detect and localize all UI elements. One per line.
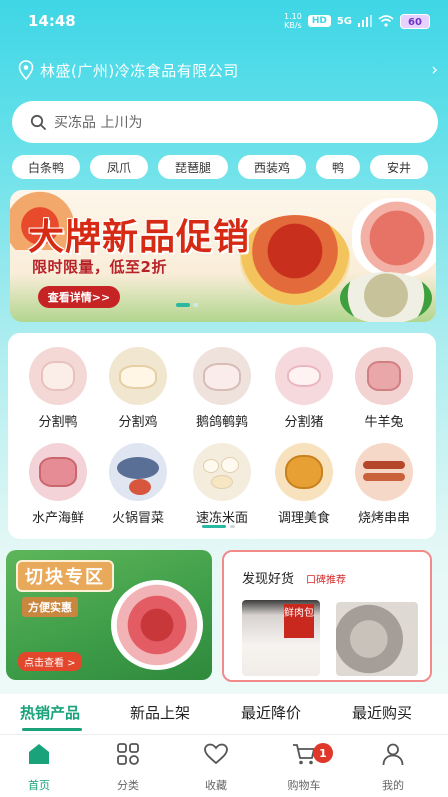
nav-label: 购物车 — [287, 779, 321, 792]
tab-price-drops[interactable]: 最近降价 — [241, 702, 301, 723]
poultry-icon — [193, 347, 251, 405]
category-item[interactable]: 分割猪 — [264, 347, 344, 430]
chip-item[interactable]: 白条鸭 — [12, 155, 80, 179]
nav-label: 我的 — [382, 779, 404, 792]
bbq-icon — [355, 443, 413, 501]
meat-plate-image — [352, 198, 436, 278]
category-item[interactable]: 水产海鲜 — [18, 443, 98, 526]
nav-favorites[interactable]: 收藏 — [181, 741, 251, 793]
category-item[interactable]: 烧烤串串 — [344, 443, 424, 526]
network-speed: 1.10 KB/s — [284, 12, 302, 30]
chip-item[interactable]: 安井 — [370, 155, 428, 179]
category-item[interactable]: 鹅鸽鹌鹑 — [182, 347, 262, 430]
nav-home[interactable]: 首页 — [4, 741, 74, 793]
nav-label: 分类 — [117, 779, 139, 792]
status-icons: 1.10 KB/s HD 5G 60 — [284, 12, 430, 30]
nav-category[interactable]: 分类 — [93, 741, 163, 793]
pig-icon — [275, 347, 333, 405]
product-label: 鲜肉包 — [284, 604, 314, 638]
tab-new-arrivals[interactable]: 新品上架 — [130, 702, 190, 723]
tab-hot-products[interactable]: 热销产品 — [20, 702, 80, 723]
product-image[interactable] — [336, 602, 418, 676]
category-grid: 分割鸭 分割鸡 鹅鸽鹌鹑 分割猪 牛羊兔 水产海鲜 火锅冒菜 速冻米面 调理美食… — [8, 333, 436, 539]
cart-count-badge: 1 — [313, 743, 333, 763]
nav-label: 收藏 — [205, 779, 227, 792]
dumpling-icon — [193, 443, 251, 501]
category-item[interactable]: 分割鸭 — [18, 347, 98, 430]
category-label: 分割鸡 — [118, 415, 158, 430]
nav-label: 首页 — [28, 779, 50, 792]
category-icon — [117, 743, 139, 765]
promo-tag: 口碑推荐 — [306, 575, 346, 586]
category-label: 水产海鲜 — [31, 511, 84, 526]
promo-banner[interactable]: 大牌新品促销 限时限量，低至2折 查看详情>> — [10, 190, 436, 322]
chip-item[interactable]: 鸭 — [316, 155, 360, 179]
promo-view-button[interactable]: 点击查看 > — [18, 652, 82, 671]
promo-title: 发现好货 — [242, 572, 295, 587]
tab-active-underline — [22, 728, 82, 731]
category-item[interactable]: 分割鸡 — [98, 347, 178, 430]
banner-title: 大牌新品促销 — [28, 217, 251, 258]
duck-meat-icon — [29, 347, 87, 405]
tab-recent-purchases[interactable]: 最近购买 — [352, 702, 412, 723]
product-image[interactable]: 鲜肉包 — [242, 600, 320, 676]
search-bar[interactable]: 买冻品 上川为 — [12, 101, 438, 143]
promo-subtitle: 方便实惠 — [22, 597, 78, 617]
category-item[interactable]: 牛羊兔 — [344, 347, 424, 430]
location-name: 林盛(广州)冷冻食品有限公司 — [40, 61, 239, 80]
heart-icon — [204, 743, 228, 765]
search-placeholder: 买冻品 上川为 — [54, 115, 143, 131]
seafood-icon — [29, 443, 87, 501]
status-bar: 14:48 1.10 KB/s HD 5G 60 — [0, 0, 448, 42]
bottom-navigation: 首页 分类 收藏 购物车 我的 — [0, 734, 448, 797]
banner-subtitle: 限时限量，低至2折 — [32, 258, 167, 276]
product-tabs: 热销产品 新品上架 最近降价 最近购买 — [0, 694, 448, 734]
chip-item[interactable]: 西装鸡 — [238, 155, 306, 179]
signal-5g-icon: 5G — [336, 15, 352, 27]
meat-cubes-image — [111, 580, 203, 670]
user-icon — [382, 743, 404, 766]
nav-profile[interactable]: 我的 — [358, 741, 428, 793]
category-item[interactable]: 速冻米面 — [182, 443, 262, 526]
chevron-right-icon: › — [431, 60, 438, 80]
banner-indicator — [193, 303, 198, 307]
search-icon — [30, 114, 46, 130]
banner-indicator-active — [176, 303, 190, 307]
status-time: 14:48 — [28, 12, 76, 30]
location-selector[interactable]: 林盛(广州)冷冻食品有限公司 › — [18, 58, 438, 82]
category-page-indicator-active — [202, 525, 226, 528]
banner-details-button[interactable]: 查看详情>> — [38, 286, 120, 308]
chip-item[interactable]: 琵琶腿 — [158, 155, 228, 179]
category-label: 分割鸭 — [38, 415, 78, 430]
category-label: 分割猪 — [284, 415, 324, 430]
category-label: 鹅鸽鹌鹑 — [195, 415, 248, 430]
category-label: 火锅冒菜 — [111, 511, 164, 526]
category-label: 牛羊兔 — [364, 415, 404, 430]
signal-icon — [358, 15, 372, 27]
category-item[interactable]: 火锅冒菜 — [98, 443, 178, 526]
wifi-icon — [378, 15, 394, 27]
chip-item[interactable]: 凤爪 — [90, 155, 148, 179]
chicken-meat-icon — [109, 347, 167, 405]
category-label: 速冻米面 — [195, 511, 248, 526]
category-page-indicator — [230, 525, 235, 528]
hd-icon: HD — [307, 15, 331, 27]
category-label: 烧烤串串 — [357, 511, 410, 526]
category-label: 调理美食 — [277, 511, 330, 526]
food-bowl-image — [240, 215, 350, 305]
prepared-food-icon — [275, 443, 333, 501]
battery-icon: 60 — [400, 13, 430, 29]
home-icon — [29, 744, 49, 764]
hotpot-icon — [109, 443, 167, 501]
cut-pieces-promo[interactable]: 切块专区 方便实惠 点击查看 > — [6, 550, 212, 680]
hot-search-chips: 白条鸭 凤爪 琵琶腿 西装鸡 鸭 安井 — [12, 155, 448, 181]
promo-title: 切块专区 — [16, 560, 114, 592]
category-item[interactable]: 调理美食 — [264, 443, 344, 526]
beef-lamb-icon — [355, 347, 413, 405]
discover-goods-promo[interactable]: 发现好货 口碑推荐 鲜肉包 — [222, 550, 432, 682]
soup-bowl-image — [340, 272, 432, 322]
location-pin-icon — [18, 60, 34, 80]
